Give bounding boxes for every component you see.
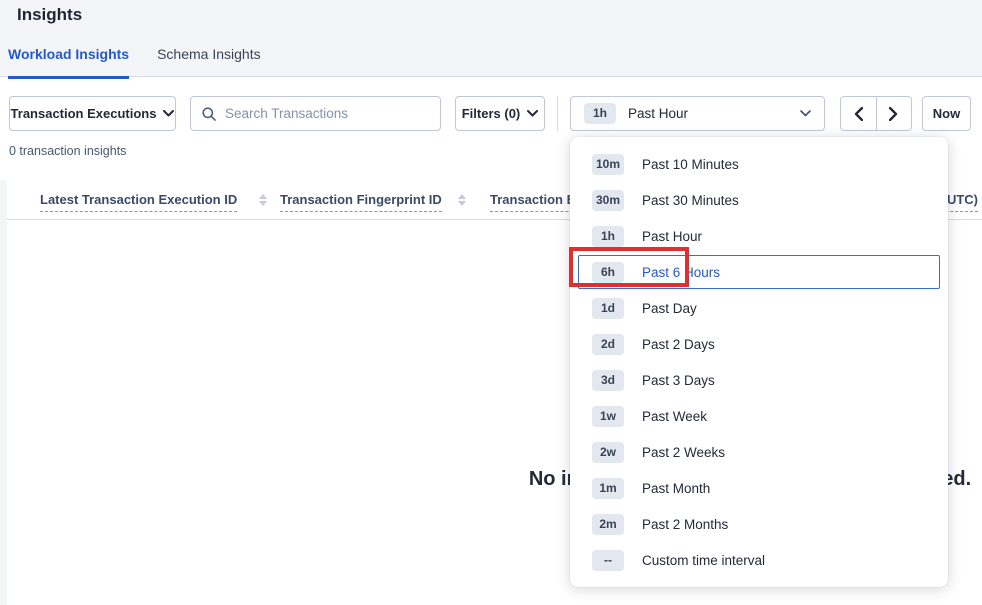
time-interval-option[interactable]: 1d Past Day [570,290,948,326]
previous-interval-button[interactable] [841,97,876,130]
toolbar-divider [557,96,558,131]
time-interval-option-label: Past 2 Weeks [642,445,725,460]
time-interval-badge: 30m [592,190,624,211]
time-interval-option-label: Custom time interval [642,553,765,568]
time-interval-option[interactable]: 30m Past 30 Minutes [570,182,948,218]
column-header-latest-transaction-execution-id: Latest Transaction Execution ID [40,192,267,212]
time-interval-badge: 2d [592,334,624,355]
time-interval-option-label: Past 30 Minutes [642,193,739,208]
tab-workload-insights[interactable]: Workload Insights [8,46,129,79]
sort-desc-icon [458,201,466,206]
chevron-left-icon [854,107,863,121]
time-interval-option[interactable]: -- Custom time interval [570,542,948,578]
chevron-down-icon [527,110,538,117]
time-interval-option[interactable]: 1h Past Hour [570,218,948,254]
time-interval-option-label: Past Month [642,481,710,496]
page-header: Insights Workload Insights Schema Insigh… [0,0,982,77]
time-interval-badge: 10m [592,154,624,175]
search-box [190,96,441,131]
time-interval-badge: 1h [584,103,616,124]
time-interval-badge: 6h [592,262,624,283]
time-interval-badge: 2w [592,442,624,463]
time-interval-option-label: Past 2 Months [642,517,728,532]
time-interval-option-label: Past 6 Hours [642,265,720,280]
insight-type-select[interactable]: Transaction Executions [9,96,176,131]
sort-desc-icon [259,201,267,206]
time-nav-group [840,96,912,131]
tab-schema-insights[interactable]: Schema Insights [157,46,261,79]
time-interval-label: Past Hour [628,106,688,121]
tab-bar: Workload Insights Schema Insights [8,46,289,79]
time-interval-option-label: Past 10 Minutes [642,157,739,172]
sort-toggle[interactable] [259,194,267,206]
time-interval-option[interactable]: 1w Past Week [570,398,948,434]
time-interval-badge: 1h [592,226,624,247]
search-input[interactable] [225,106,429,121]
time-interval-option-label: Past 3 Days [642,373,715,388]
time-interval-badge: 1d [592,298,624,319]
sort-asc-icon [458,194,466,199]
chevron-right-icon [889,107,898,121]
time-interval-option-label: Past 2 Days [642,337,715,352]
time-interval-option[interactable]: 3d Past 3 Days [570,362,948,398]
page-title: Insights [17,5,82,25]
search-icon [202,107,216,121]
insight-type-label: Transaction Executions [11,106,157,121]
filters-label: Filters (0) [462,106,521,121]
time-interval-select[interactable]: 1h Past Hour [570,96,825,131]
time-interval-badge: 2m [592,514,624,535]
now-button[interactable]: Now [922,96,971,131]
time-interval-option-label: Past Hour [642,229,702,244]
time-interval-badge: 1m [592,478,624,499]
time-interval-option[interactable]: 2w Past 2 Weeks [570,434,948,470]
chevron-down-icon [800,110,811,117]
time-interval-dropdown: 10m Past 10 Minutes 30m Past 30 Minutes … [570,137,948,587]
time-interval-badge: -- [592,550,624,571]
table-left-gutter [0,180,7,605]
sort-toggle[interactable] [458,194,466,206]
column-header-transaction-fingerprint-id: Transaction Fingerprint ID [280,192,466,212]
sort-asc-icon [259,194,267,199]
insights-count: 0 transaction insights [9,144,126,158]
time-interval-option[interactable]: 6h Past 6 Hours [570,254,948,290]
time-interval-option-label: Past Day [642,301,697,316]
time-interval-option[interactable]: 2m Past 2 Months [570,506,948,542]
chevron-down-icon [163,110,174,117]
time-interval-badge: 3d [592,370,624,391]
time-interval-option-label: Past Week [642,409,707,424]
time-interval-badge: 1w [592,406,624,427]
time-interval-option[interactable]: 1m Past Month [570,470,948,506]
filters-button[interactable]: Filters (0) [455,96,545,131]
time-interval-option[interactable]: 10m Past 10 Minutes [570,146,948,182]
time-interval-option[interactable]: 2d Past 2 Days [570,326,948,362]
next-interval-button[interactable] [876,97,911,130]
